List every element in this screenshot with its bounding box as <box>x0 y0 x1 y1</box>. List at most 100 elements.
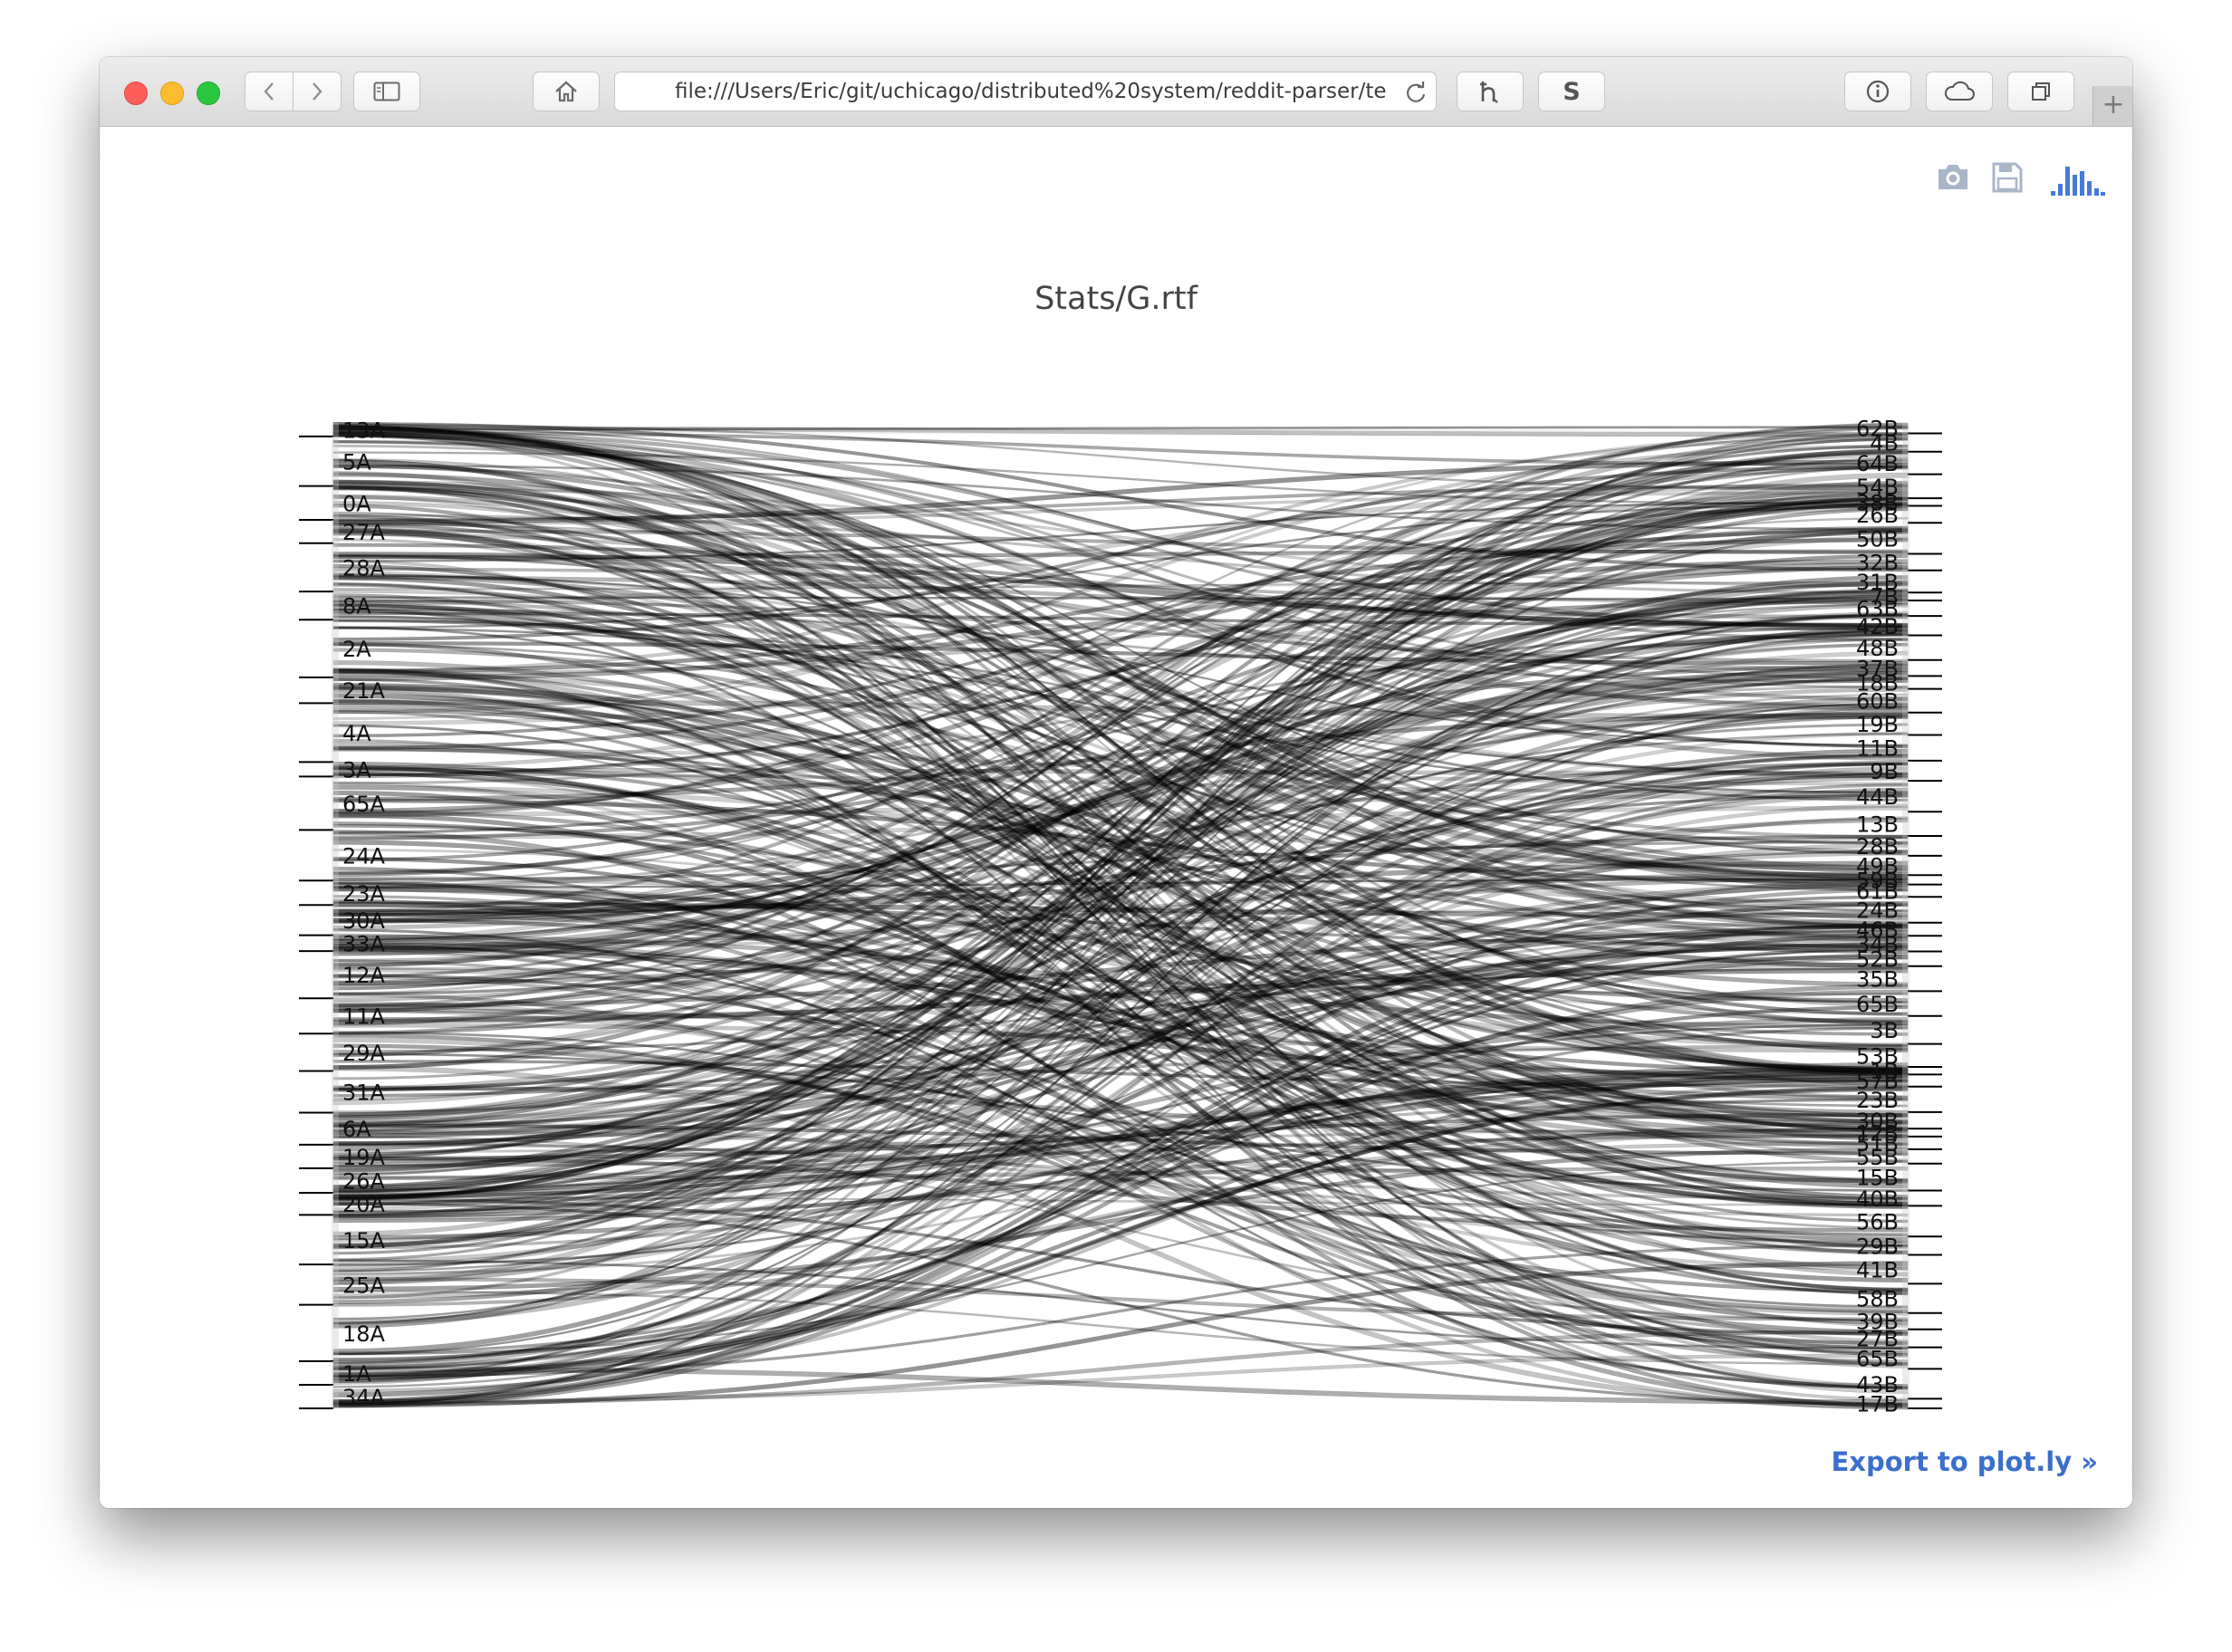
left-category-bar[interactable] <box>332 1167 339 1193</box>
right-category-bar[interactable] <box>1902 735 1910 761</box>
right-category-bar[interactable] <box>1902 1043 1910 1067</box>
left-category-bar[interactable] <box>332 1192 339 1215</box>
left-category-bar[interactable] <box>332 436 339 486</box>
right-category-bar[interactable] <box>1902 1398 1910 1408</box>
export-to-plotly-link[interactable]: Export to plot.ly » <box>1831 1446 2098 1477</box>
sidebar-button[interactable] <box>353 72 420 111</box>
right-category-bar[interactable] <box>1902 884 1910 898</box>
left-category-bar[interactable] <box>332 423 339 437</box>
right-category-bar[interactable] <box>1902 1111 1910 1129</box>
right-category-bar[interactable] <box>1902 1329 1910 1348</box>
left-category-bar[interactable] <box>332 776 339 831</box>
forward-button[interactable] <box>293 72 342 111</box>
right-category-bar[interactable] <box>1902 836 1910 856</box>
right-category-bar[interactable] <box>1902 1347 1910 1369</box>
right-category-bar[interactable] <box>1902 1136 1910 1149</box>
right-category-bar[interactable] <box>1902 498 1910 506</box>
right-category-bar[interactable] <box>1902 600 1910 617</box>
home-button[interactable] <box>533 72 600 111</box>
left-category-bar[interactable] <box>332 591 339 620</box>
right-category-bar[interactable] <box>1902 875 1910 885</box>
left-category-bar[interactable] <box>332 762 339 777</box>
right-category-bar[interactable] <box>1902 1086 1910 1112</box>
left-category-bar[interactable] <box>332 1071 339 1113</box>
show-tabs-button[interactable] <box>2007 72 2074 111</box>
right-category-bar[interactable] <box>1902 781 1910 812</box>
right-category-bar[interactable] <box>1902 433 1910 452</box>
left-category-bar[interactable] <box>332 677 339 704</box>
right-category-bar[interactable] <box>1902 451 1910 475</box>
address-bar-url[interactable]: file:///Users/Eric/git/uchicago/distribu… <box>675 80 1387 103</box>
right-category-bar[interactable] <box>1902 1066 1910 1075</box>
right-category-bar[interactable] <box>1902 553 1910 571</box>
right-category-bar[interactable] <box>1902 965 1910 992</box>
left-category-bar[interactable] <box>332 519 339 543</box>
right-category-bar[interactable] <box>1902 1074 1910 1087</box>
right-category-bar[interactable] <box>1902 1015 1910 1044</box>
right-category-bar[interactable] <box>1902 474 1910 499</box>
right-category-bar[interactable] <box>1902 991 1910 1016</box>
left-category-bar[interactable] <box>332 703 339 763</box>
right-category-bar[interactable] <box>1902 688 1910 713</box>
plotly-logo-link[interactable] <box>2049 161 2105 201</box>
left-category-bar[interactable] <box>332 905 339 936</box>
right-category-bar[interactable] <box>1902 897 1910 923</box>
right-category-bar[interactable] <box>1902 1190 1910 1206</box>
left-category-bar[interactable] <box>332 1360 339 1385</box>
right-category-bar[interactable] <box>1902 570 1910 593</box>
right-category-bar[interactable] <box>1902 1369 1910 1399</box>
right-category-bar[interactable] <box>1902 1254 1910 1284</box>
left-category-bar[interactable] <box>332 951 339 999</box>
camera-button[interactable] <box>1935 161 1971 196</box>
close-window-button[interactable] <box>124 82 148 105</box>
icloud-tabs-button[interactable] <box>1926 72 1993 111</box>
right-category-bar[interactable] <box>1902 523 1910 554</box>
right-category-bar[interactable] <box>1902 1283 1910 1313</box>
right-category-bar[interactable] <box>1902 855 1910 876</box>
right-category-bar[interactable] <box>1902 760 1910 782</box>
right-category-bar[interactable] <box>1902 676 1910 689</box>
right-category-bar[interactable] <box>1902 616 1910 636</box>
browser-toolbar: file:///Users/Eric/git/uchicago/distribu… <box>100 57 2132 127</box>
right-category-bar[interactable] <box>1902 1129 1910 1137</box>
zoom-window-button[interactable] <box>197 82 220 105</box>
left-category-bar[interactable] <box>332 830 339 881</box>
right-category-bar[interactable] <box>1902 635 1910 660</box>
right-category-bar[interactable] <box>1902 1205 1910 1237</box>
extension-button-h[interactable] <box>1457 72 1524 111</box>
minimize-window-button[interactable] <box>160 82 184 105</box>
address-bar[interactable]: file:///Users/Eric/git/uchicago/distribu… <box>614 72 1437 111</box>
right-category-bar[interactable] <box>1902 1148 1910 1164</box>
left-category-bar[interactable] <box>332 998 339 1034</box>
left-category-bar[interactable] <box>332 1144 339 1168</box>
left-category-bar[interactable] <box>332 1215 339 1265</box>
right-category-bar[interactable] <box>1902 1312 1910 1330</box>
right-category-bar[interactable] <box>1902 1163 1910 1191</box>
left-category-bar[interactable] <box>332 1384 339 1408</box>
right-category-bar[interactable] <box>1902 712 1910 735</box>
extension-button-s[interactable]: S <box>1538 72 1605 111</box>
reload-button[interactable] <box>1403 80 1429 105</box>
right-category-bar[interactable] <box>1902 812 1910 837</box>
right-category-bar[interactable] <box>1902 951 1910 966</box>
right-category-bar[interactable] <box>1902 592 1910 600</box>
new-tab-button[interactable]: + <box>2092 86 2132 126</box>
left-category-bar[interactable] <box>332 620 339 677</box>
left-category-bar[interactable] <box>332 543 339 592</box>
right-category-bar[interactable] <box>1902 659 1910 677</box>
left-category-bar[interactable] <box>332 1112 339 1145</box>
save-button[interactable] <box>1991 161 2024 197</box>
left-category-bar[interactable] <box>332 485 339 520</box>
left-category-bar[interactable] <box>332 1304 339 1361</box>
right-category-bar[interactable] <box>1902 936 1910 952</box>
left-category-bar[interactable] <box>332 880 339 906</box>
left-category-bar[interactable] <box>332 1033 339 1071</box>
page-info-button[interactable] <box>1844 72 1911 111</box>
right-category-bar[interactable] <box>1902 423 1910 434</box>
right-category-bar[interactable] <box>1902 505 1910 523</box>
back-button[interactable] <box>245 72 293 111</box>
right-category-bar[interactable] <box>1902 1236 1910 1255</box>
right-category-bar[interactable] <box>1902 922 1910 936</box>
left-category-bar[interactable] <box>332 1264 339 1305</box>
left-category-bar[interactable] <box>332 935 339 952</box>
